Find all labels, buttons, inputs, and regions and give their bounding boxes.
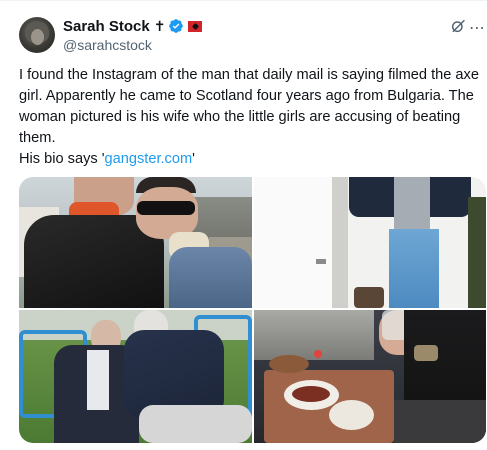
white-shirt xyxy=(87,350,109,410)
bio-prefix: His bio says ' xyxy=(19,151,105,167)
author-handle[interactable]: @sarahcstock xyxy=(63,37,152,53)
photo-couple-garden[interactable] xyxy=(19,310,252,443)
jeans xyxy=(389,229,439,308)
candle xyxy=(314,350,322,358)
tweet-text: I found the Instagram of the man that da… xyxy=(19,65,479,170)
grey-shirt xyxy=(394,177,430,232)
verified-badge-icon[interactable] xyxy=(168,18,184,34)
basket xyxy=(354,287,384,308)
bread-plate xyxy=(269,355,309,373)
door-handle xyxy=(316,259,326,264)
tweet-text-body: I found the Instagram of the man that da… xyxy=(19,67,479,146)
albania-flag-icon xyxy=(188,20,203,32)
photo-dinner-table[interactable] xyxy=(254,310,486,443)
tweet-card: Sarah Stock ✝ @sarahcstock ⋯ I found the… xyxy=(0,0,487,450)
top-divider xyxy=(0,0,487,1)
plant xyxy=(468,197,486,308)
cross-symbol: ✝ xyxy=(153,18,166,34)
photo-jeans-mirror[interactable] xyxy=(254,177,486,308)
door-frame xyxy=(332,177,348,308)
wristwatch xyxy=(414,345,438,361)
plaid-sleeve xyxy=(394,400,486,443)
bio-suffix: ' xyxy=(192,151,195,167)
avatar[interactable] xyxy=(19,17,55,53)
photo-couple-selfie[interactable] xyxy=(19,177,252,308)
media-grid xyxy=(19,177,486,443)
dessert-plate xyxy=(329,400,374,430)
grok-icon[interactable] xyxy=(450,18,466,34)
author-display-name[interactable]: Sarah Stock xyxy=(63,18,150,35)
white-door xyxy=(254,177,335,308)
tweet-bio-line: His bio says 'gangster.com' xyxy=(19,149,479,170)
tweet-header: Sarah Stock ✝ @sarahcstock xyxy=(19,15,487,55)
more-horizontal-icon[interactable]: ⋯ xyxy=(469,18,486,38)
white-trousers xyxy=(139,405,252,443)
sunglasses xyxy=(137,201,195,215)
food xyxy=(292,386,330,402)
avatar-face xyxy=(31,29,44,45)
bio-link[interactable]: gangster.com xyxy=(105,151,193,167)
author-name-row: Sarah Stock ✝ xyxy=(63,17,203,35)
denim-jacket xyxy=(169,247,252,308)
